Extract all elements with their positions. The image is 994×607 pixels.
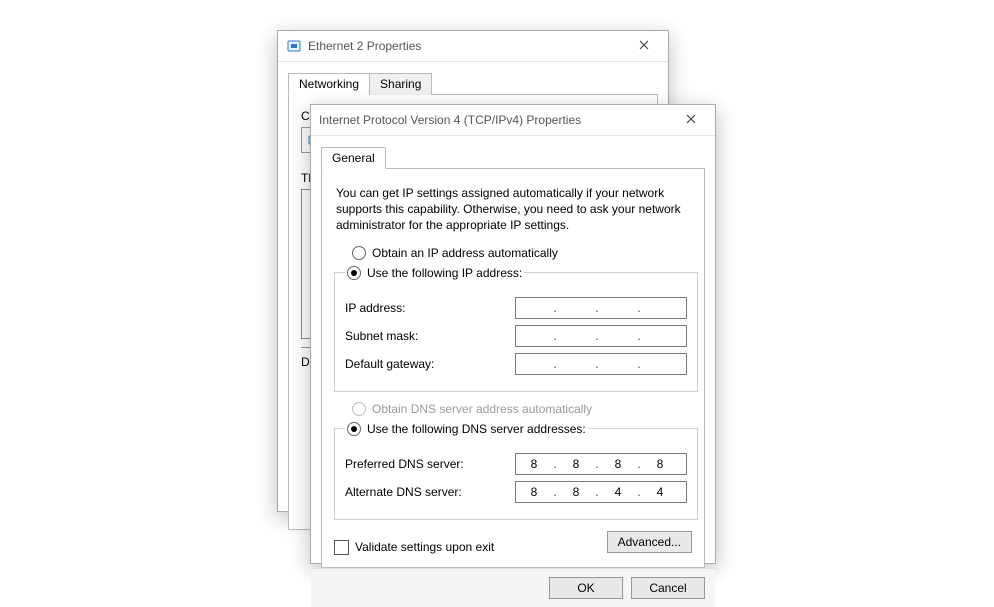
radio-ip-manual-label: Use the following IP address:	[367, 266, 522, 280]
close-icon	[639, 39, 649, 53]
radio-icon	[352, 402, 366, 416]
ipv4-buttonbar: OK Cancel	[311, 568, 715, 607]
input-ip-address[interactable]: . . .	[515, 297, 687, 319]
label-default-gateway: Default gateway:	[345, 357, 515, 371]
group-ip-manual: Use the following IP address: IP address…	[334, 263, 698, 392]
ok-button[interactable]: OK	[549, 577, 623, 599]
ip-octet[interactable]	[516, 485, 552, 499]
radio-dns-manual-label: Use the following DNS server addresses:	[367, 422, 586, 436]
radio-icon	[352, 246, 366, 260]
advanced-button[interactable]: Advanced...	[607, 531, 692, 553]
radio-icon	[347, 422, 361, 436]
radio-ip-manual[interactable]: Use the following IP address:	[347, 266, 522, 280]
ip-octet[interactable]	[600, 301, 636, 315]
ip-octet[interactable]	[600, 329, 636, 343]
label-ip-address: IP address:	[345, 301, 515, 315]
radio-dns-auto: Obtain DNS server address automatically	[352, 402, 692, 416]
radio-dns-manual[interactable]: Use the following DNS server addresses:	[347, 422, 586, 436]
ip-octet[interactable]	[516, 329, 552, 343]
ipv4-title: Internet Protocol Version 4 (TCP/IPv4) P…	[319, 113, 671, 127]
label-alternate-dns: Alternate DNS server:	[345, 485, 515, 499]
input-subnet-mask[interactable]: . . .	[515, 325, 687, 347]
input-default-gateway[interactable]: . . .	[515, 353, 687, 375]
group-dns-manual: Use the following DNS server addresses: …	[334, 419, 698, 520]
ipv4-close-button[interactable]	[671, 106, 711, 134]
checkbox-validate-on-exit[interactable]: Validate settings upon exit	[334, 540, 494, 555]
ip-octet[interactable]	[642, 357, 678, 371]
label-subnet-mask: Subnet mask:	[345, 329, 515, 343]
tab-networking[interactable]: Networking	[288, 73, 370, 95]
ipv4-tabstrip: General	[321, 146, 705, 169]
ipv4-description: You can get IP settings assigned automat…	[336, 185, 690, 234]
tab-general[interactable]: General	[321, 147, 386, 169]
ethernet-icon	[286, 38, 302, 54]
ip-octet[interactable]	[516, 357, 552, 371]
radio-ip-auto-label: Obtain an IP address automatically	[372, 246, 558, 260]
ip-octet[interactable]	[558, 457, 594, 471]
ip-octet[interactable]	[516, 301, 552, 315]
ethernet-titlebar: Ethernet 2 Properties	[278, 31, 668, 62]
tab-sharing[interactable]: Sharing	[369, 73, 432, 95]
ethernet-title: Ethernet 2 Properties	[308, 39, 624, 53]
ip-octet[interactable]	[558, 329, 594, 343]
ip-octet[interactable]	[600, 485, 636, 499]
ip-octet[interactable]	[600, 357, 636, 371]
ip-octet[interactable]	[642, 485, 678, 499]
checkbox-validate-label: Validate settings upon exit	[355, 540, 494, 554]
input-alternate-dns[interactable]: . . .	[515, 481, 687, 503]
input-preferred-dns[interactable]: . . .	[515, 453, 687, 475]
close-icon	[686, 113, 696, 127]
ipv4-properties-dialog: Internet Protocol Version 4 (TCP/IPv4) P…	[310, 104, 716, 564]
checkbox-icon	[334, 540, 349, 555]
ip-octet[interactable]	[516, 457, 552, 471]
ip-octet[interactable]	[558, 357, 594, 371]
ip-octet[interactable]	[558, 301, 594, 315]
ip-octet[interactable]	[600, 457, 636, 471]
ip-octet[interactable]	[642, 329, 678, 343]
radio-icon	[347, 266, 361, 280]
radio-ip-auto[interactable]: Obtain an IP address automatically	[352, 246, 692, 260]
ip-octet[interactable]	[642, 457, 678, 471]
ipv4-titlebar: Internet Protocol Version 4 (TCP/IPv4) P…	[311, 105, 715, 136]
cancel-button[interactable]: Cancel	[631, 577, 705, 599]
ip-octet[interactable]	[558, 485, 594, 499]
label-preferred-dns: Preferred DNS server:	[345, 457, 515, 471]
ethernet-tabstrip: Networking Sharing	[288, 72, 658, 95]
ethernet-close-button[interactable]	[624, 32, 664, 60]
radio-dns-auto-label: Obtain DNS server address automatically	[372, 402, 592, 416]
ip-octet[interactable]	[642, 301, 678, 315]
